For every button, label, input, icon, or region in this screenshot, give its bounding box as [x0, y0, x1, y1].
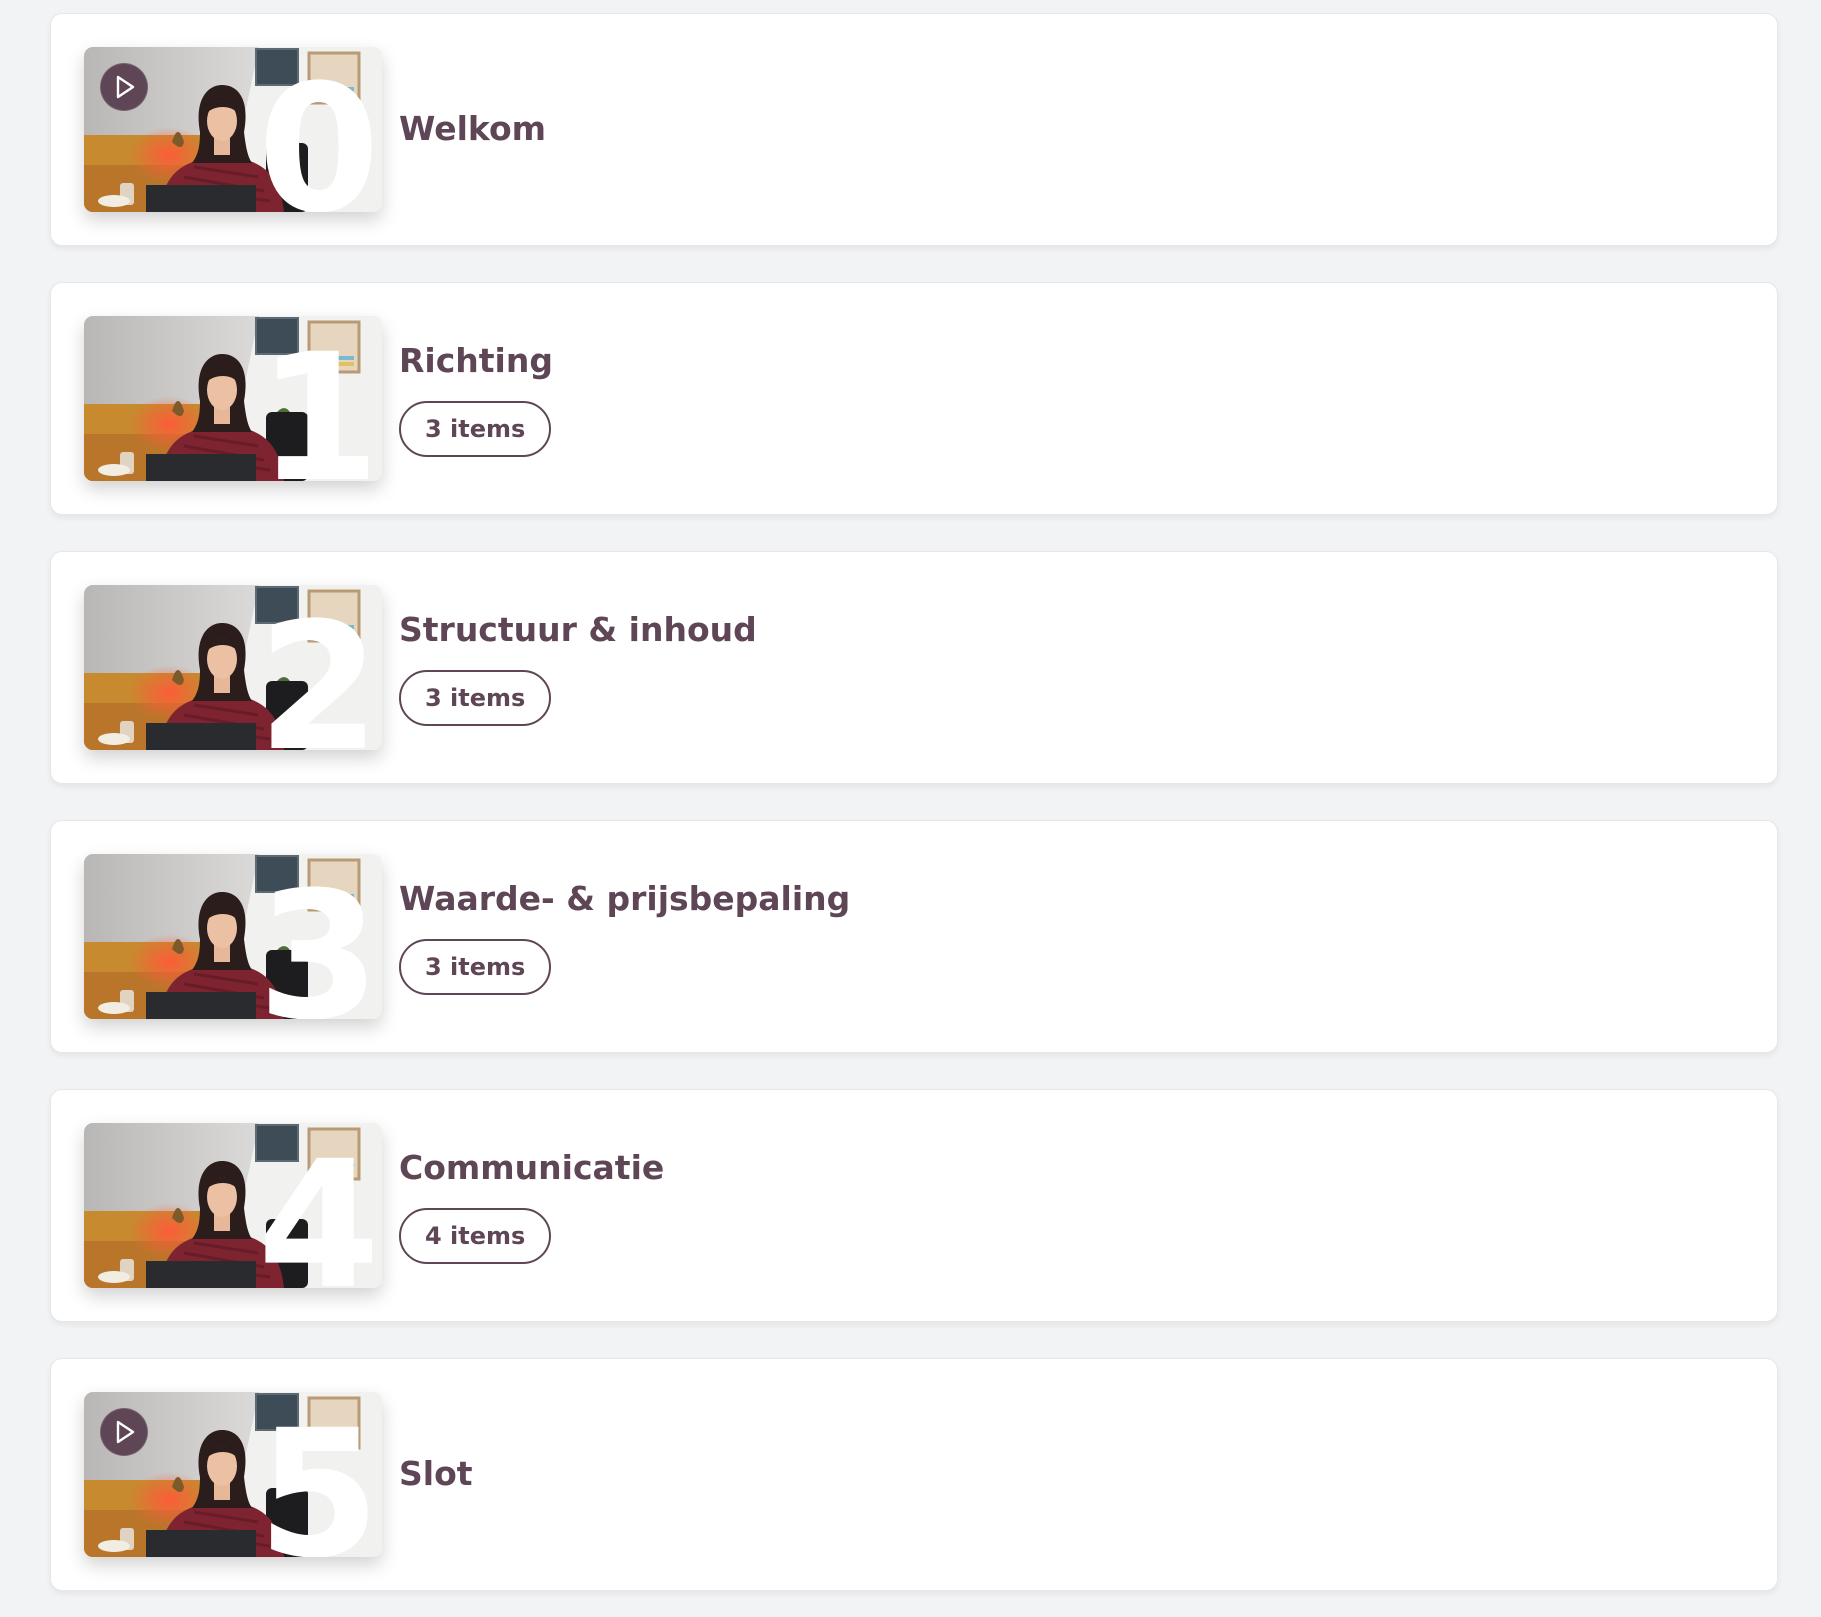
module-card[interactable]: 2 Structuur & inhoud 3 items: [50, 551, 1778, 784]
items-count-badge[interactable]: 3 items: [399, 670, 552, 726]
module-number: 5: [257, 1392, 380, 1558]
module-title[interactable]: Welkom: [399, 109, 546, 148]
module-title[interactable]: Slot: [399, 1454, 473, 1493]
module-thumbnail[interactable]: 5: [84, 1392, 382, 1557]
module-number: 3: [257, 854, 380, 1020]
module-thumbnail[interactable]: 0: [84, 47, 382, 212]
module-title[interactable]: Structuur & inhoud: [399, 610, 757, 649]
module-number: 2: [257, 585, 380, 751]
module-number: 4: [257, 1123, 380, 1289]
module-card[interactable]: 0 Welkom: [50, 13, 1778, 246]
module-card[interactable]: 5 Slot: [50, 1358, 1778, 1591]
items-count-badge[interactable]: 3 items: [399, 939, 552, 995]
module-list: 0 Welkom 1 Richting 3 items 2 Structuur & inho…: [0, 0, 1821, 1617]
items-count-badge[interactable]: 4 items: [399, 1208, 552, 1264]
module-thumbnail[interactable]: 4: [84, 1123, 382, 1288]
module-card[interactable]: 1 Richting 3 items: [50, 282, 1778, 515]
module-thumbnail[interactable]: 3: [84, 854, 382, 1019]
items-count-badge[interactable]: 3 items: [399, 401, 552, 457]
play-icon[interactable]: [100, 1408, 148, 1456]
module-number: 1: [257, 316, 380, 482]
module-number: 0: [257, 47, 380, 213]
module-card[interactable]: 4 Communicatie 4 items: [50, 1089, 1778, 1322]
module-title[interactable]: Waarde- & prijsbepaling: [399, 879, 850, 918]
module-thumbnail[interactable]: 1: [84, 316, 382, 481]
play-icon[interactable]: [100, 63, 148, 111]
module-title[interactable]: Communicatie: [399, 1148, 664, 1187]
module-thumbnail[interactable]: 2: [84, 585, 382, 750]
module-card[interactable]: 3 Waarde- & prijsbepaling 3 items: [50, 820, 1778, 1053]
module-title[interactable]: Richting: [399, 341, 553, 380]
